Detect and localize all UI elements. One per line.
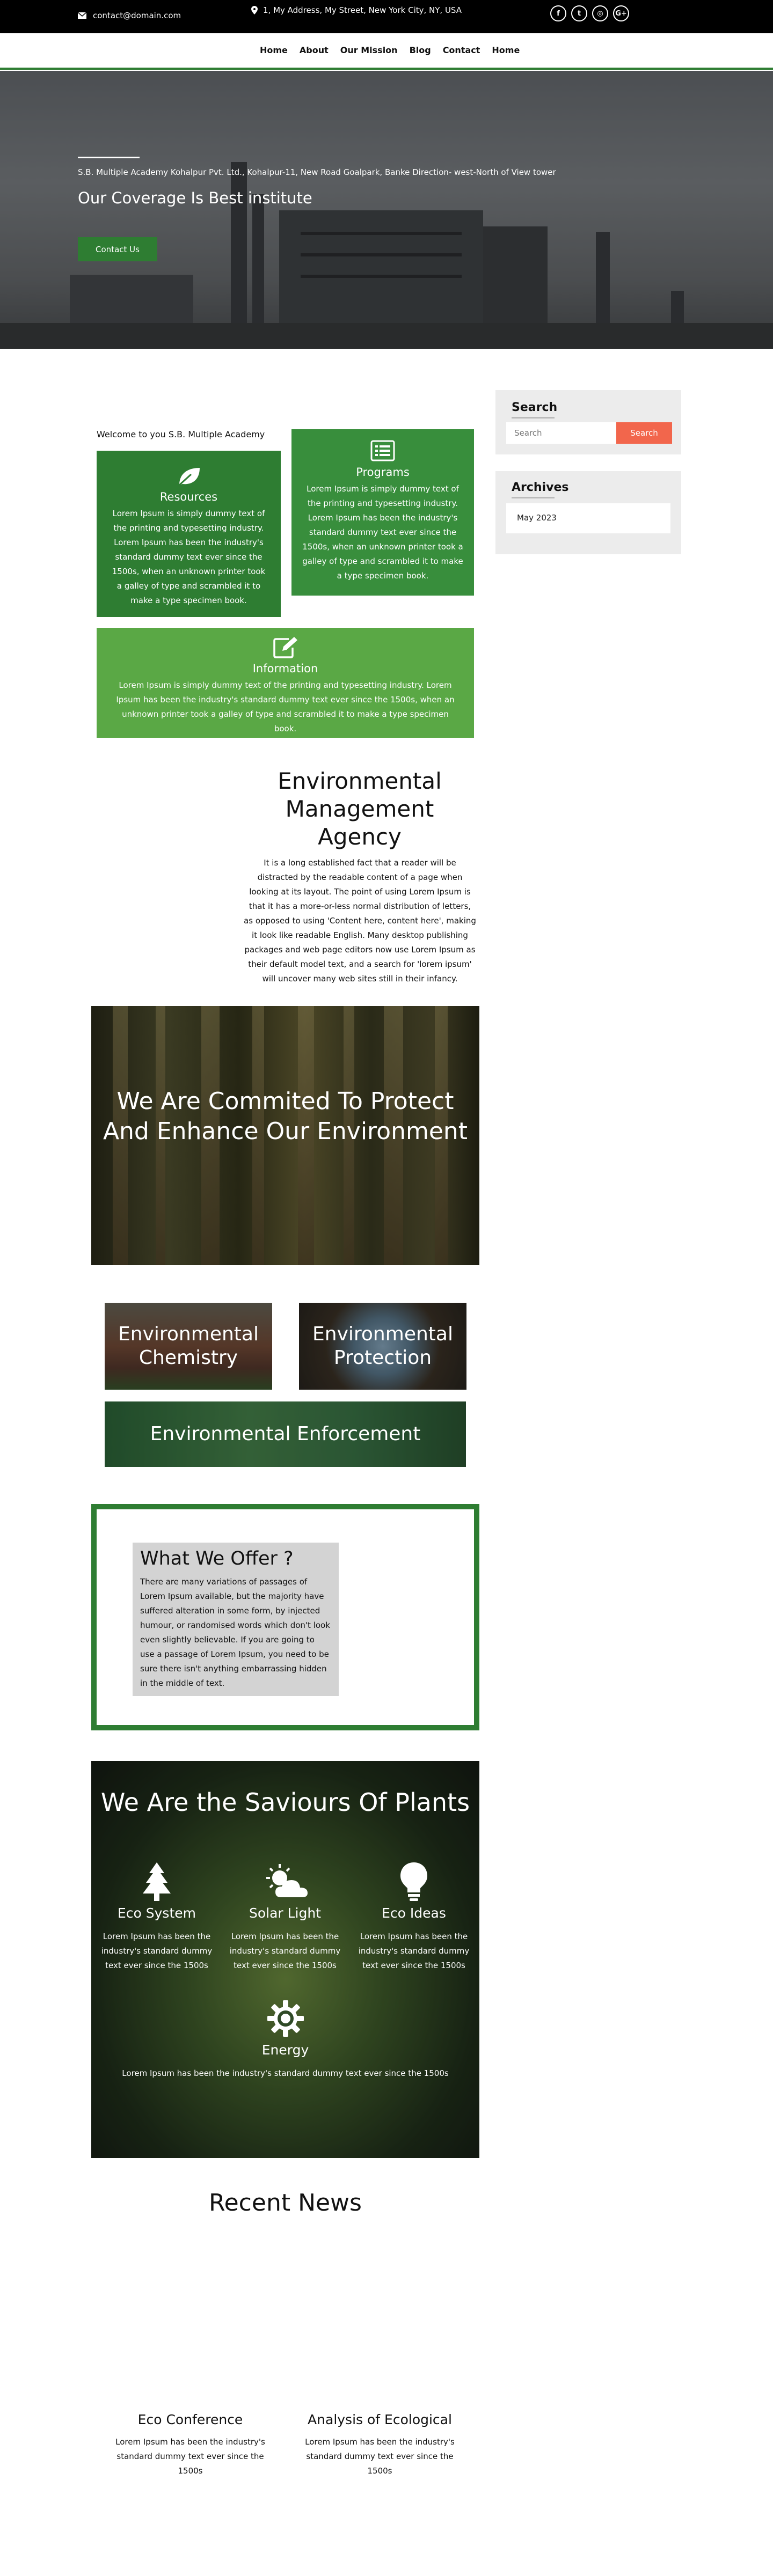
saviours-section: We Are the Saviours Of Plants Eco System… <box>91 1761 479 2158</box>
address-text: 1, My Address, My Street, New York City,… <box>263 5 462 15</box>
instagram-icon[interactable]: ◎ <box>592 5 608 21</box>
contact-address: 1, My Address, My Street, New York City,… <box>251 5 462 15</box>
archives-widget-title: Archives <box>512 481 569 498</box>
category-title: Environmental Protection <box>312 1323 453 1369</box>
main-nav: Home About Our Mission Blog Contact Home <box>0 33 773 70</box>
news-title[interactable]: Analysis of Ecological <box>295 2412 464 2427</box>
category-title: Environmental Enforcement <box>150 1423 421 1445</box>
nav-item-blog[interactable]: Blog <box>410 45 431 55</box>
category-environmental-chemistry[interactable]: Environmental Chemistry <box>105 1303 272 1390</box>
search-widget: Search Search <box>495 390 681 454</box>
service-title: Eco Ideas <box>382 1905 446 1921</box>
recent-news-title: Recent News <box>209 2189 362 2217</box>
offer-text: There are many variations of passages of… <box>140 1577 330 1688</box>
agency-text: It is a long established fact that a rea… <box>244 858 476 984</box>
agency-title: Environmental Management Agency <box>278 768 442 850</box>
list-icon <box>369 439 396 463</box>
category-environmental-protection[interactable]: Environmental Protection <box>299 1303 466 1390</box>
nav-item-home-2[interactable]: Home <box>492 45 520 55</box>
category-title: Environmental Chemistry <box>118 1323 259 1369</box>
twitter-icon[interactable]: t <box>571 5 587 21</box>
service-eco-ideas: Eco Ideas Lorem Ipsum has been the indus… <box>358 1860 470 1973</box>
lightbulb-icon <box>358 1860 470 1903</box>
service-text: Lorem Ipsum has been the industry's stan… <box>101 1932 213 1970</box>
offer-title: What We Offer ? <box>140 1548 294 1569</box>
service-text: Lorem Ipsum has been the industry's stan… <box>229 1932 341 1970</box>
news-title[interactable]: Eco Conference <box>106 2412 275 2427</box>
service-eco-system: Eco System Lorem Ipsum has been the indu… <box>100 1860 213 1973</box>
feature-programs[interactable]: Programs Lorem Ipsum is simply dummy tex… <box>291 429 474 596</box>
commitment-banner: We Are Commited To Protect And Enhance O… <box>91 1006 479 1265</box>
nav-item-about[interactable]: About <box>300 45 329 55</box>
commitment-text: We Are Commited To Protect And Enhance O… <box>103 1088 468 1145</box>
what-we-offer-section: What We Offer ? There are many variation… <box>91 1504 479 1730</box>
feature-title: Information <box>252 662 318 675</box>
search-input[interactable] <box>506 422 616 444</box>
feature-title: Resources <box>159 490 218 503</box>
service-energy: Energy Lorem Ipsum has been the industry… <box>91 1997 479 2081</box>
contact-email[interactable]: contact@domain.com <box>78 11 181 20</box>
service-text: Lorem Ipsum has been the industry's stan… <box>358 1932 470 1970</box>
nav-item-contact[interactable]: Contact <box>443 45 480 55</box>
service-title: Eco System <box>117 1905 196 1921</box>
category-environmental-enforcement[interactable]: Environmental Enforcement <box>105 1401 466 1467</box>
hero-divider <box>78 157 140 158</box>
social-links: f t ◎ G+ <box>550 5 629 21</box>
feature-text: Lorem Ipsum is simply dummy text of the … <box>302 484 463 581</box>
search-button[interactable]: Search <box>616 422 672 444</box>
feature-text: Lorem Ipsum is simply dummy text of the … <box>112 509 266 605</box>
feature-title: Programs <box>356 466 410 479</box>
news-item[interactable]: Eco Conference Lorem Ipsum has been the … <box>106 2412 275 2478</box>
hero-title: Our Coverage Is Best institute <box>78 189 312 207</box>
gear-icon <box>91 1997 479 2040</box>
map-pin-icon <box>251 6 258 14</box>
archive-item[interactable]: May 2023 <box>506 503 670 533</box>
service-solar-light: Solar Light Lorem Ipsum has been the ind… <box>229 1860 341 1973</box>
envelope-icon <box>78 12 86 19</box>
service-title: Solar Light <box>249 1905 322 1921</box>
hero-banner: S.B. Multiple Academy Kohalpur Pvt. Ltd.… <box>0 71 773 349</box>
feature-resources[interactable]: Resources Lorem Ipsum is simply dummy te… <box>97 451 281 617</box>
google-plus-icon[interactable]: G+ <box>613 5 629 21</box>
nav-item-our-mission[interactable]: Our Mission <box>340 45 398 55</box>
tree-icon <box>100 1860 213 1903</box>
offer-box: What We Offer ? There are many variation… <box>133 1543 339 1696</box>
news-text: Lorem Ipsum has been the industry's stan… <box>305 2437 455 2476</box>
facebook-icon[interactable]: f <box>550 5 566 21</box>
hero-subtitle: S.B. Multiple Academy Kohalpur Pvt. Ltd.… <box>78 167 556 177</box>
service-title: Energy <box>261 2042 309 2058</box>
email-text: contact@domain.com <box>93 11 181 20</box>
contact-us-button[interactable]: Contact Us <box>78 237 157 261</box>
feature-text: Lorem Ipsum is simply dummy text of the … <box>116 680 455 733</box>
feature-information[interactable]: Information Lorem Ipsum is simply dummy … <box>97 628 474 738</box>
search-widget-title: Search <box>512 401 558 419</box>
nav-item-home[interactable]: Home <box>260 45 288 55</box>
news-text: Lorem Ipsum has been the industry's stan… <box>115 2437 265 2476</box>
service-text: Lorem Ipsum has been the industry's stan… <box>122 2068 449 2078</box>
top-bar: contact@domain.com 1, My Address, My Str… <box>0 0 773 33</box>
news-item[interactable]: Analysis of Ecological Lorem Ipsum has b… <box>295 2412 464 2478</box>
edit-icon <box>272 635 299 659</box>
leaf-icon <box>176 466 202 487</box>
saviours-title: We Are the Saviours Of Plants <box>100 1788 470 1817</box>
welcome-text: Welcome to you S.B. Multiple Academy <box>97 429 265 439</box>
sun-cloud-icon <box>229 1860 341 1903</box>
archives-widget: Archives May 2023 <box>495 471 681 554</box>
